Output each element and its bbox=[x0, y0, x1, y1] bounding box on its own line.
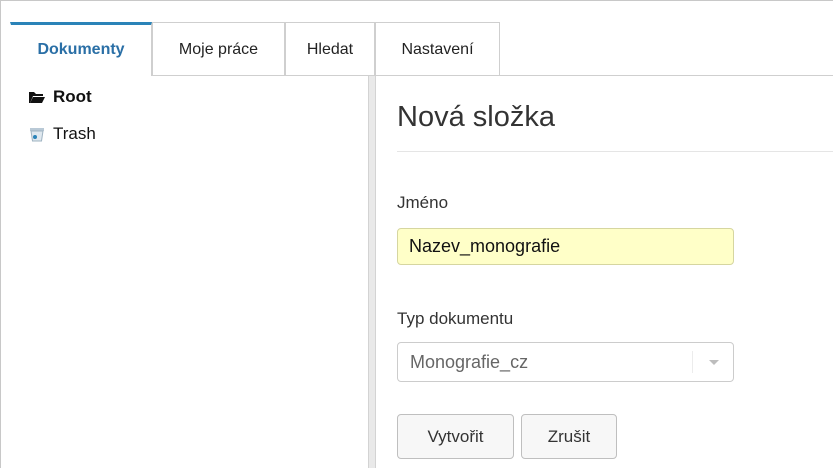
tree-item-trash-label: Trash bbox=[53, 124, 96, 143]
trash-icon bbox=[30, 128, 44, 142]
tree-item-root[interactable]: Root bbox=[28, 86, 92, 108]
tree-item-root-label: Root bbox=[53, 87, 92, 106]
tab-hledat[interactable]: Hledat bbox=[285, 22, 375, 76]
pane-splitter[interactable] bbox=[368, 76, 376, 468]
document-type-select[interactable]: Monografie_cz bbox=[397, 342, 734, 382]
name-field[interactable] bbox=[397, 228, 734, 265]
select-separator bbox=[692, 351, 693, 373]
tab-bar-baseline-inner bbox=[152, 75, 500, 76]
tab-nastaveni[interactable]: Nastavení bbox=[375, 22, 500, 76]
tree-item-trash[interactable]: Trash bbox=[28, 123, 96, 145]
panel-title: Nová složka bbox=[397, 101, 555, 133]
tab-moje-prace[interactable]: Moje práce bbox=[152, 22, 285, 76]
create-button[interactable]: Vytvořit bbox=[397, 414, 514, 459]
chevron-down-icon bbox=[709, 360, 719, 365]
document-type-label: Typ dokumentu bbox=[397, 309, 514, 328]
tab-dokumenty[interactable]: Dokumenty bbox=[10, 22, 152, 76]
title-divider bbox=[397, 151, 833, 152]
folder-open-icon bbox=[29, 92, 45, 103]
cancel-button[interactable]: Zrušit bbox=[521, 414, 617, 459]
document-type-selected-value: Monografie_cz bbox=[410, 352, 529, 372]
tab-bar-baseline bbox=[500, 75, 833, 76]
name-label: Jméno bbox=[397, 193, 449, 212]
